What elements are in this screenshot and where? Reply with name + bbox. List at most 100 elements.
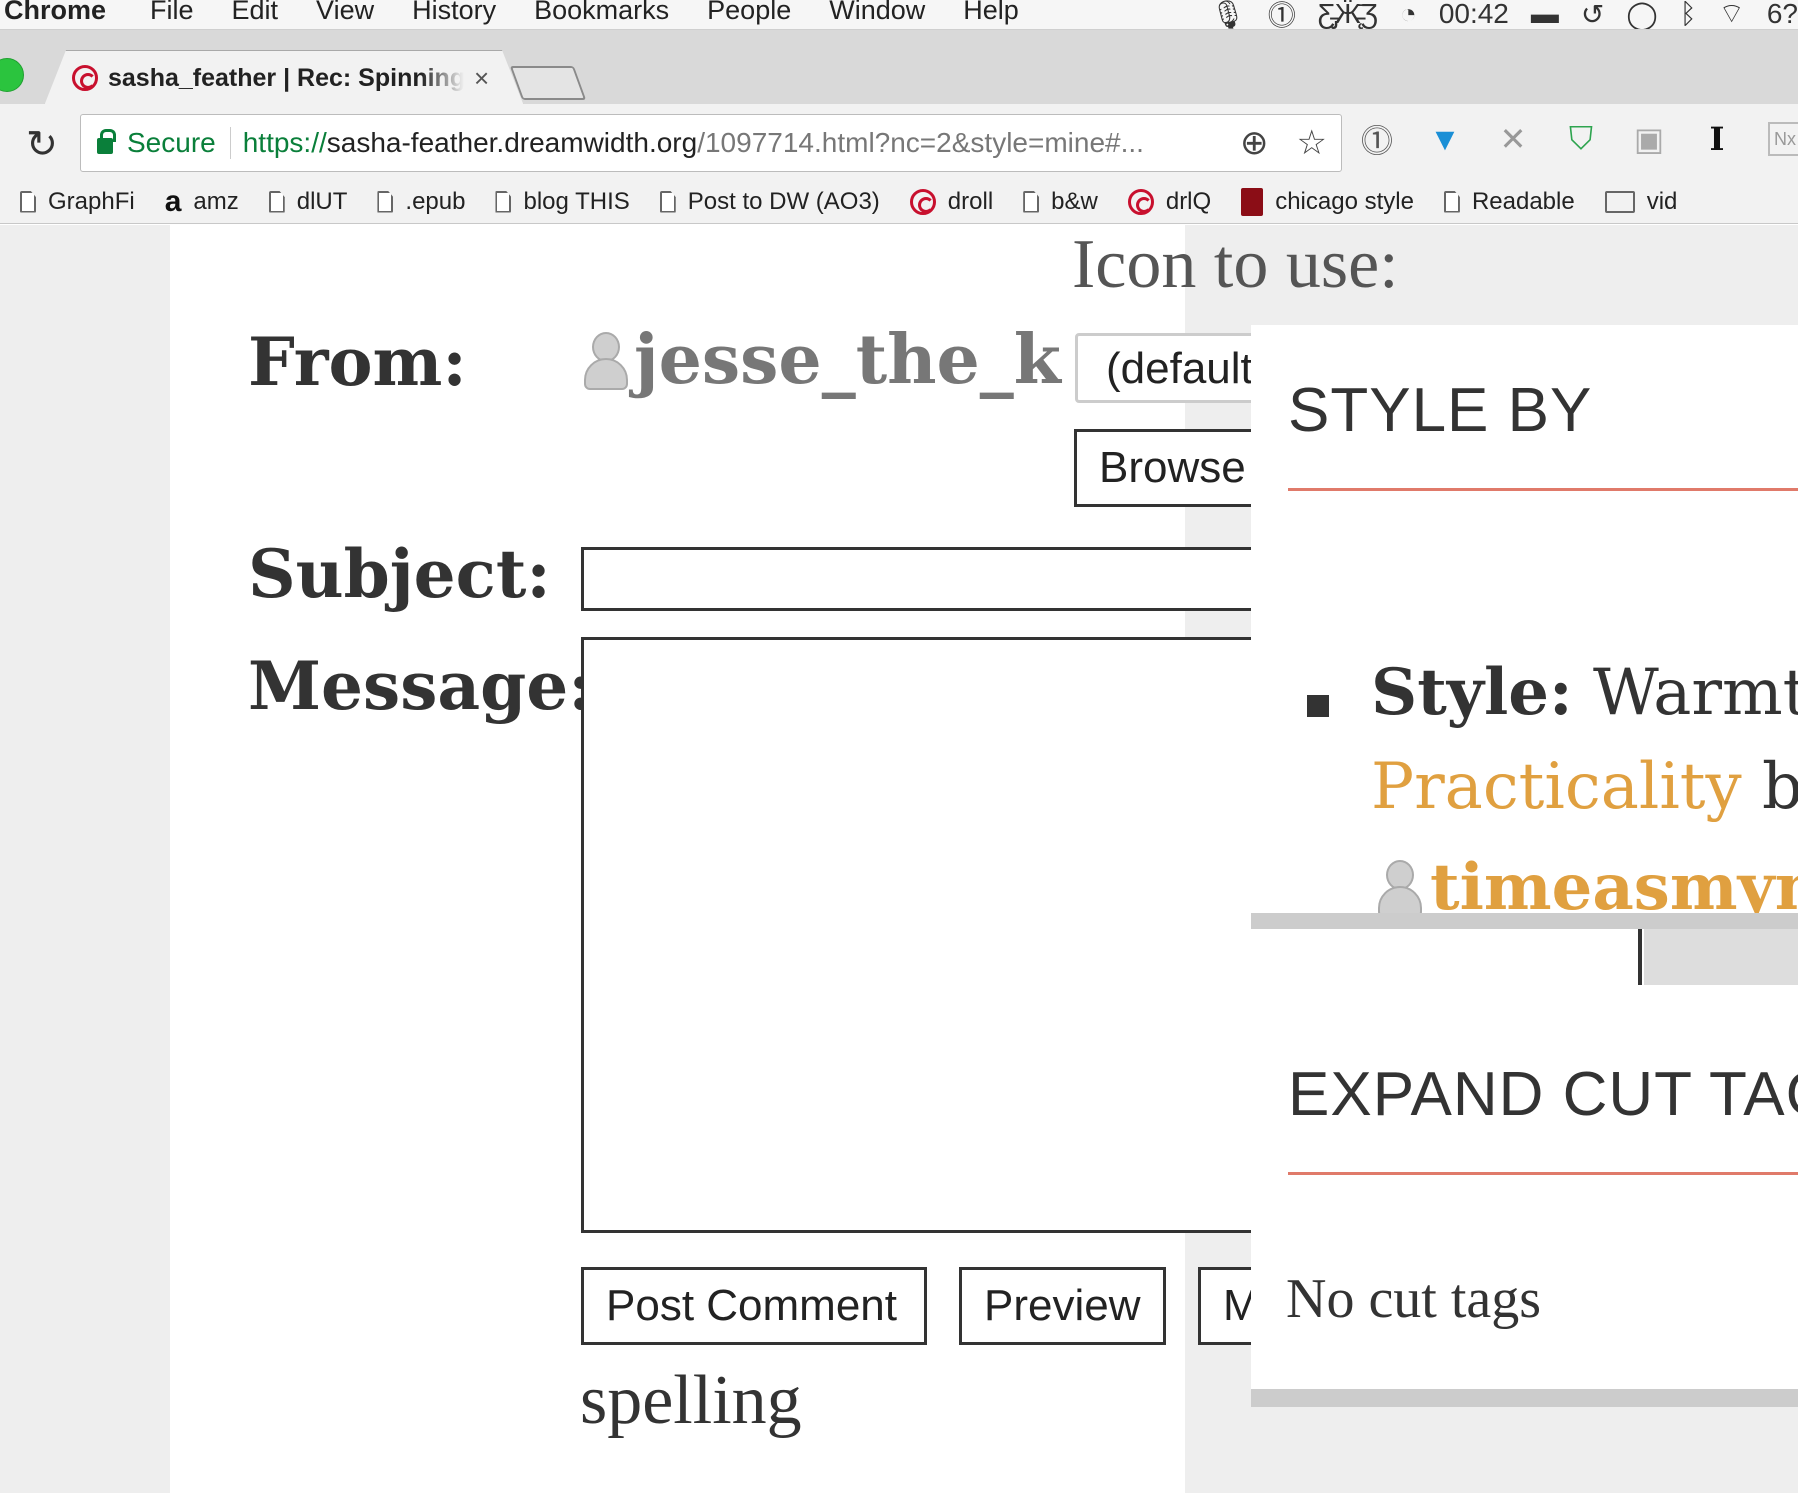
bookmark-item[interactable]: dlUT: [268, 188, 347, 216]
page-viewport: Icon to use: From: jesse_the_k (default)…: [0, 225, 1798, 1493]
menu-bookmarks[interactable]: Bookmarks: [534, 0, 669, 26]
instapaper-extension-icon[interactable]: I: [1700, 120, 1734, 158]
panel-divider: [1251, 913, 1798, 929]
menu-help[interactable]: Help: [963, 0, 1019, 26]
nx-extension-icon[interactable]: Nx: [1768, 122, 1798, 156]
messages-icon[interactable]: ◯: [1626, 0, 1657, 29]
from-user[interactable]: jesse_the_k: [582, 320, 1061, 400]
folder-icon: [1604, 190, 1635, 213]
display-icon[interactable]: ▬: [1531, 0, 1559, 29]
menu-view[interactable]: View: [316, 0, 374, 26]
omnibox-divider: [229, 127, 231, 159]
active-tab-content: sasha_feather | Rec: Spinning ×: [72, 50, 1770, 104]
tab-strip: sasha_feather | Rec: Spinning ×: [0, 30, 1798, 104]
shield-extension-icon[interactable]: ⛉: [1564, 120, 1598, 156]
dreamwidth-icon: [1127, 188, 1154, 215]
blue-pin-extension-icon[interactable]: ▼: [1428, 121, 1462, 157]
doc-icon: [20, 190, 36, 213]
tab-title: sasha_feather | Rec: Spinning: [108, 63, 464, 92]
amazon-icon: a: [164, 184, 182, 218]
menu-people[interactable]: People: [707, 0, 791, 26]
bookmark-item[interactable]: blog THIS: [495, 188, 630, 216]
bookmark-item[interactable]: b&w: [1023, 188, 1098, 216]
message-label: Message:: [248, 647, 593, 725]
url-host: sasha-feather.dreamwidth.org: [326, 127, 698, 158]
macos-menu-bar: Chrome File Edit View History Bookmarks …: [0, 0, 1798, 30]
bookmark-label: Readable: [1471, 187, 1575, 215]
menu-history[interactable]: History: [412, 0, 496, 26]
url-scheme: https://: [242, 127, 327, 158]
post-comment-button[interactable]: Post Comment: [581, 1267, 927, 1345]
bookmark-label: droll: [947, 187, 994, 215]
panel-below: [1251, 1407, 1798, 1493]
bookmark-label: vid: [1646, 187, 1678, 215]
expand-cut-tags-panel: EXPAND CUT TAGS No cut tags: [1251, 1009, 1798, 1493]
bookmark-folder[interactable]: vid: [1604, 187, 1678, 216]
bookmark-label: drlQ: [1165, 187, 1212, 215]
pin-extension-icon[interactable]: ✕: [1496, 121, 1530, 157]
doc-icon: [377, 190, 394, 213]
onepassword-extension-icon[interactable]: ⓵: [1360, 122, 1394, 159]
tab-close-icon[interactable]: ×: [474, 63, 489, 94]
omnibox-actions: ⊕ ☆: [1240, 123, 1327, 163]
extension-icons: ⓵ ▼ ✕ ⛉ ▣ I Nx: [1360, 120, 1798, 159]
app-menu-chrome[interactable]: Chrome: [4, 0, 106, 26]
bluetooth-icon[interactable]: ᛒ: [1680, 0, 1697, 29]
style-by-rule: [1288, 488, 1798, 491]
window-zoom-button[interactable]: [0, 58, 24, 92]
user-icon: [1376, 856, 1422, 920]
preview-button[interactable]: Preview: [959, 1267, 1166, 1345]
message-textarea[interactable]: [581, 637, 1341, 1233]
bookmark-item[interactable]: Post to DW (AO3): [659, 188, 880, 216]
new-tab-button[interactable]: [509, 66, 587, 100]
menu-list: File Edit View History Bookmarks People …: [150, 0, 1019, 26]
bookmark-item[interactable]: GraphFi: [20, 188, 135, 216]
panel-bottom-bar: [1251, 1389, 1798, 1407]
style-by-heading: STYLE BY: [1288, 376, 1593, 445]
expand-cut-heading: EXPAND CUT TAGS: [1288, 1060, 1798, 1129]
subject-label: Subject:: [248, 535, 551, 613]
clock-text[interactable]: 00:42: [1439, 0, 1509, 29]
browser-toolbar: ↻ Secure https:// sasha-feather.dreamwid…: [0, 104, 1798, 186]
doc-icon: [659, 190, 676, 213]
wifi-icon[interactable]: ⌔: [1719, 0, 1745, 29]
style-name-link[interactable]: Practicality: [1371, 750, 1742, 824]
bookmark-label: GraphFi: [48, 187, 135, 215]
address-bar[interactable]: Secure https:// sasha-feather.dreamwidth…: [80, 114, 1342, 172]
lock-icon: [97, 129, 116, 154]
accessibility-icon[interactable]: ⓵: [1268, 0, 1296, 29]
bookmark-item[interactable]: .epub: [377, 188, 465, 216]
bookmark-item[interactable]: Readable: [1443, 187, 1575, 216]
bookmark-label: .epub: [405, 187, 466, 215]
butterfly-icon[interactable]: Ƹ̵̡Ӝ̵̨̄Ʒ: [1318, 0, 1378, 29]
style-name-part1[interactable]: Warmth: [1593, 656, 1798, 730]
bookmark-label: amz: [193, 187, 239, 215]
menu-window[interactable]: Window: [829, 0, 925, 26]
ghost-extension-icon[interactable]: ▣: [1632, 121, 1666, 157]
bookmark-item[interactable]: drlQ: [1127, 187, 1212, 216]
menu-edit[interactable]: Edit: [232, 0, 279, 26]
battery-text[interactable]: 6?: [1767, 0, 1798, 29]
menu-file[interactable]: File: [150, 0, 194, 26]
style-line-2: Practicality by: [1371, 750, 1798, 824]
book-icon: [1241, 187, 1264, 216]
username: jesse_the_k: [634, 320, 1061, 400]
no-cut-tags-text: No cut tags: [1286, 1268, 1542, 1330]
zoom-icon[interactable]: ⊕: [1240, 123, 1269, 163]
reload-icon[interactable]: ↻: [26, 122, 58, 167]
expand-cut-rule: [1288, 1172, 1798, 1175]
doc-icon: [495, 190, 512, 213]
time-machine-icon[interactable]: ↺: [1581, 0, 1604, 29]
bookmark-label: b&w: [1051, 187, 1098, 215]
list-bullet: [1307, 695, 1329, 717]
subject-input[interactable]: [581, 547, 1341, 611]
style-by-panel: STYLE BY Style: Warmth Practicality by t…: [1251, 325, 1798, 947]
bookmark-item[interactable]: droll: [909, 187, 994, 216]
style-sidebar-overlay: STYLE BY Style: Warmth Practicality by t…: [1251, 325, 1798, 1493]
microphone-icon[interactable]: 🎙: [1210, 0, 1246, 29]
timer-icon[interactable]: ◔: [1400, 0, 1417, 29]
bookmark-star-icon[interactable]: ☆: [1297, 123, 1327, 163]
dreamwidth-favicon-icon: [72, 65, 98, 91]
bookmark-item[interactable]: a amz: [165, 185, 239, 219]
bookmark-item[interactable]: chicago style: [1241, 187, 1414, 216]
